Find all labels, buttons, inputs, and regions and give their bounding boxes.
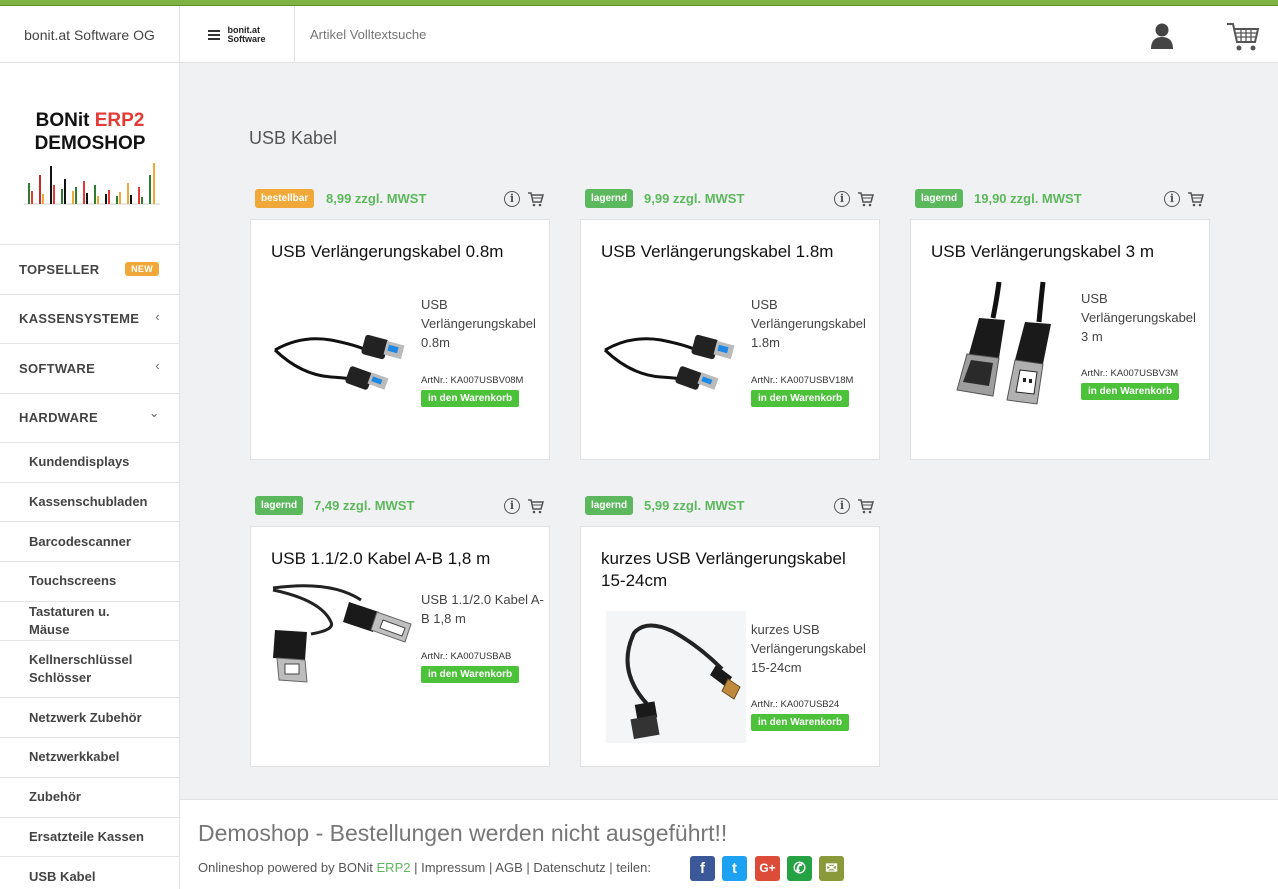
subnav-zubehoer[interactable]: Zubehör	[0, 778, 179, 818]
chevron-left-icon: ‹	[155, 308, 160, 324]
user-icon[interactable]	[1150, 22, 1174, 50]
add-to-cart-icon[interactable]	[528, 498, 544, 514]
product-card[interactable]: USB Verlängerungskabel 0.8m USB Verlänge…	[250, 219, 550, 460]
subnav-netzwerkkabel[interactable]: Netzwerkkabel	[0, 738, 179, 778]
hamburger-icon	[208, 29, 221, 40]
nav-hardware[interactable]: HARDWARE ⌄	[0, 394, 179, 443]
price: 5,99 zzgl. MWST	[644, 498, 745, 513]
product-name[interactable]: USB Verlängerungskabel 0.8m	[271, 241, 521, 263]
add-to-cart-button[interactable]: in den Warenkorb	[421, 390, 520, 407]
add-to-cart-button[interactable]: in den Warenkorb	[751, 714, 850, 731]
product-tile: lagernd 19,90 zzgl. MWST i USB Verlänger…	[910, 189, 1210, 460]
product-card[interactable]: USB Verlängerungskabel 3 m USB Verlänger…	[910, 219, 1210, 460]
product-card[interactable]: USB Verlängerungskabel 1.8m USB Verlänge…	[580, 219, 880, 460]
price: 9,99 zzgl. MWST	[644, 191, 745, 206]
subnav-touchscreens[interactable]: Touchscreens	[0, 562, 179, 602]
stock-badge: lagernd	[585, 189, 634, 208]
brand-logo: bonit.at Software	[227, 24, 266, 44]
footer: Demoshop - Bestellungen werden nicht aus…	[180, 799, 1278, 889]
article-number: ArtNr.: KA007USBV08M	[421, 375, 524, 386]
google-plus-icon[interactable]: G+	[755, 856, 780, 881]
usb-extension-cable-image[interactable]	[931, 280, 1076, 410]
article-number: ArtNr.: KA007USB24	[751, 699, 840, 710]
product-name[interactable]: kurzes USB Verlängerungskabel 15-24cm	[601, 548, 851, 592]
header: bonit.at Software OG bonit.at Software	[0, 6, 1278, 63]
datenschutz-link[interactable]: Datenschutz	[533, 860, 605, 875]
article-number: ArtNr.: KA007USBV3M	[1081, 368, 1179, 379]
product-description: USB 1.1/2.0 Kabel A-B 1,8 m	[421, 592, 544, 626]
product-tile: bestellbar 8,99 zzgl. MWST i USB Verläng…	[250, 189, 550, 460]
facebook-icon[interactable]: f	[690, 856, 715, 881]
info-icon[interactable]: i	[834, 191, 850, 207]
stock-badge: lagernd	[255, 496, 304, 515]
logo-title: BONit ERP2 DEMOSHOP	[34, 110, 146, 154]
price: 8,99 zzgl. MWST	[326, 191, 427, 206]
info-icon[interactable]: i	[504, 498, 520, 514]
footer-links: Onlineshop powered by BONit ERP2 | Impre…	[198, 860, 651, 875]
demoshop-logo[interactable]: BONit ERP2 DEMOSHOP	[0, 63, 179, 245]
nav-topseller[interactable]: TOPSELLER NEW	[0, 245, 179, 295]
article-number: ArtNr.: KA007USBV18M	[751, 375, 854, 386]
product-name[interactable]: USB Verlängerungskabel 1.8m	[601, 241, 851, 263]
chevron-left-icon: ‹	[155, 358, 160, 373]
impressum-link[interactable]: Impressum	[421, 860, 485, 875]
subnav-kellnerschluessel[interactable]: Kellnerschlüssel Schlösser	[0, 641, 179, 699]
stock-badge: bestellbar	[255, 189, 315, 208]
product-tile: lagernd 9,99 zzgl. MWST i USB Verlängeru…	[580, 189, 880, 460]
logo-bar-chart	[24, 163, 160, 205]
product-description: USB Verlängerungskabel 3 m	[1081, 291, 1196, 344]
price: 7,49 zzgl. MWST	[314, 498, 415, 513]
subnav-netzwerk-zubehoer[interactable]: Netzwerk Zubehör	[0, 698, 179, 739]
article-number: ArtNr.: KA007USBAB	[421, 651, 512, 662]
product-name[interactable]: USB Verlängerungskabel 3 m	[931, 241, 1181, 263]
product-tile: lagernd 7,49 zzgl. MWST i USB 1.1/2.0 Ka…	[250, 496, 550, 767]
nav-kassensysteme[interactable]: KASSENSYSTEME ‹	[0, 295, 179, 344]
subnav-barcodescanner[interactable]: Barcodescanner	[0, 522, 179, 563]
subnav-kassenschubladen[interactable]: Kassenschubladen	[0, 483, 179, 523]
info-icon[interactable]: i	[504, 191, 520, 207]
add-to-cart-button[interactable]: in den Warenkorb	[1081, 383, 1180, 400]
product-card[interactable]: USB 1.1/2.0 Kabel A-B 1,8 m USB 1.1/2.0 …	[250, 526, 550, 767]
product-description: USB Verlängerungskabel 0.8m	[421, 297, 536, 350]
add-to-cart-icon[interactable]	[1188, 191, 1204, 207]
subnav-usb-kabel[interactable]: USB Kabel	[0, 857, 179, 889]
short-usb-cable-image[interactable]	[606, 611, 746, 743]
whatsapp-icon[interactable]: ✆	[787, 856, 812, 881]
subnav-ersatzteile-kassen[interactable]: Ersatzteile Kassen	[0, 818, 179, 858]
info-icon[interactable]: i	[1164, 191, 1180, 207]
agb-link[interactable]: AGB	[495, 860, 522, 875]
search-input[interactable]	[310, 6, 910, 63]
product-description: kurzes USB Verlängerungskabel 15-24cm	[751, 622, 866, 675]
add-to-cart-icon[interactable]	[858, 191, 874, 207]
product-card[interactable]: kurzes USB Verlängerungskabel 15-24cm ku…	[580, 526, 880, 767]
add-to-cart-button[interactable]: in den Warenkorb	[751, 390, 850, 407]
stock-badge: lagernd	[585, 496, 634, 515]
subnav-kundendisplays[interactable]: Kundendisplays	[0, 443, 179, 483]
usb-extension-cable-image[interactable]	[271, 305, 416, 395]
add-to-cart-button[interactable]: in den Warenkorb	[421, 666, 520, 683]
info-icon[interactable]: i	[834, 498, 850, 514]
bonit-link[interactable]: BONit ERP2	[338, 860, 410, 875]
page-title: USB Kabel	[249, 128, 338, 148]
nav-software[interactable]: SOFTWARE ‹	[0, 344, 179, 394]
company-name[interactable]: bonit.at Software OG	[0, 6, 180, 63]
twitter-icon[interactable]: t	[722, 856, 747, 881]
cart-icon[interactable]	[1226, 21, 1260, 53]
price: 19,90 zzgl. MWST	[974, 191, 1082, 206]
add-to-cart-icon[interactable]	[858, 498, 874, 514]
usb-extension-cable-image[interactable]	[601, 305, 746, 395]
menu-toggle[interactable]: bonit.at Software	[180, 6, 295, 63]
subnav-tastaturen-maeuse[interactable]: Tastaturen u. Mäuse	[0, 602, 179, 642]
chevron-down-icon: ⌄	[148, 404, 160, 420]
footer-title: Demoshop - Bestellungen werden nicht aus…	[198, 820, 728, 846]
new-badge: NEW	[125, 262, 159, 276]
usb-ab-cable-image[interactable]	[271, 582, 416, 692]
sidebar: BONit ERP2 DEMOSHOP TOPSELLER NEW KASSEN…	[0, 63, 180, 889]
product-tile: lagernd 5,99 zzgl. MWST i kurzes USB Ver…	[580, 496, 880, 767]
add-to-cart-icon[interactable]	[528, 191, 544, 207]
stock-badge: lagernd	[915, 189, 964, 208]
product-description: USB Verlängerungskabel 1.8m	[751, 297, 866, 350]
email-icon[interactable]: ✉	[819, 856, 844, 881]
product-name[interactable]: USB 1.1/2.0 Kabel A-B 1,8 m	[271, 548, 521, 570]
